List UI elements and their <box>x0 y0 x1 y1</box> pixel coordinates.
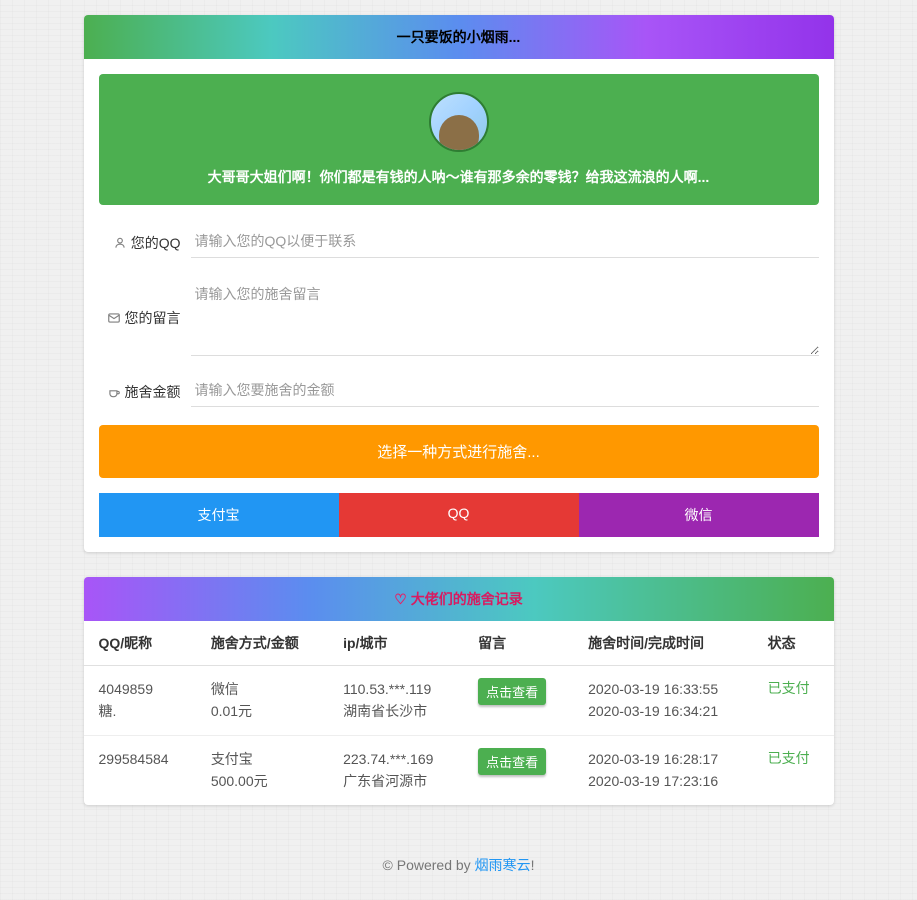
coffee-icon <box>107 385 121 402</box>
cell-ip: 110.53.***.119湖南省长沙市 <box>328 666 463 736</box>
cell-ip: 223.74.***.169广东省河源市 <box>328 735 463 804</box>
tab-qq[interactable]: QQ <box>339 493 579 537</box>
intro-panel: 大哥哥大姐们啊！你们都是有钱的人呐～谁有那多余的零钱？给我这流浪的人啊... <box>99 74 819 205</box>
qq-label: 您的QQ <box>99 225 181 253</box>
table-row: 4049859糖.微信0.01元110.53.***.119湖南省长沙市点击查看… <box>84 666 834 736</box>
cell-status: 已支付 <box>753 666 834 736</box>
message-label: 您的留言 <box>99 276 181 328</box>
cell-message: 点击查看 <box>463 666 573 736</box>
payment-tabs: 支付宝 QQ 微信 <box>99 493 819 537</box>
records-title-bar: ♡大佬们的施舍记录 <box>84 577 834 621</box>
footer: © Powered by 烟雨寒云! <box>84 830 834 885</box>
tab-wechat[interactable]: 微信 <box>579 493 819 537</box>
cell-method: 支付宝500.00元 <box>196 735 328 804</box>
amount-label: 施舍金额 <box>99 374 181 402</box>
donate-card: 一只要饭的小烟雨... 大哥哥大姐们啊！你们都是有钱的人呐～谁有那多余的零钱？给… <box>84 15 834 552</box>
qq-icon <box>113 236 127 253</box>
footer-prefix: © Powered by <box>383 857 475 873</box>
table-row: 299584584支付宝500.00元223.74.***.169广东省河源市点… <box>84 735 834 804</box>
qq-input[interactable] <box>191 225 819 258</box>
page-title: 一只要饭的小烟雨... <box>84 15 834 59</box>
col-qq: QQ/昵称 <box>84 621 196 666</box>
cell-time: 2020-03-19 16:28:172020-03-19 17:23:16 <box>573 735 753 804</box>
view-message-button[interactable]: 点击查看 <box>478 748 546 775</box>
records-table: QQ/昵称 施舍方式/金额 ip/城市 留言 施舍时间/完成时间 状态 4049… <box>84 621 834 805</box>
col-message: 留言 <box>463 621 573 666</box>
cell-time: 2020-03-19 16:33:552020-03-19 16:34:21 <box>573 666 753 736</box>
avatar <box>429 92 489 152</box>
col-ip: ip/城市 <box>328 621 463 666</box>
tab-alipay[interactable]: 支付宝 <box>99 493 339 537</box>
mail-icon <box>107 311 121 328</box>
footer-link[interactable]: 烟雨寒云 <box>475 857 531 873</box>
col-status: 状态 <box>753 621 834 666</box>
amount-input[interactable] <box>191 374 819 407</box>
view-message-button[interactable]: 点击查看 <box>478 678 546 705</box>
records-card: ♡大佬们的施舍记录 QQ/昵称 施舍方式/金额 ip/城市 留言 施舍时间/完成… <box>84 577 834 805</box>
intro-text: 大哥哥大姐们啊！你们都是有钱的人呐～谁有那多余的零钱？给我这流浪的人啊... <box>117 167 801 187</box>
footer-suffix: ! <box>531 857 535 873</box>
message-input[interactable] <box>191 276 819 356</box>
submit-button[interactable]: 选择一种方式进行施舍... <box>99 425 819 478</box>
cell-method: 微信0.01元 <box>196 666 328 736</box>
cell-message: 点击查看 <box>463 735 573 804</box>
records-title: 大佬们的施舍记录 <box>411 591 523 607</box>
cell-qq: 4049859糖. <box>84 666 196 736</box>
col-time: 施舍时间/完成时间 <box>573 621 753 666</box>
col-method: 施舍方式/金额 <box>196 621 328 666</box>
cell-qq: 299584584 <box>84 735 196 804</box>
cell-status: 已支付 <box>753 735 834 804</box>
heart-icon: ♡ <box>394 591 407 607</box>
